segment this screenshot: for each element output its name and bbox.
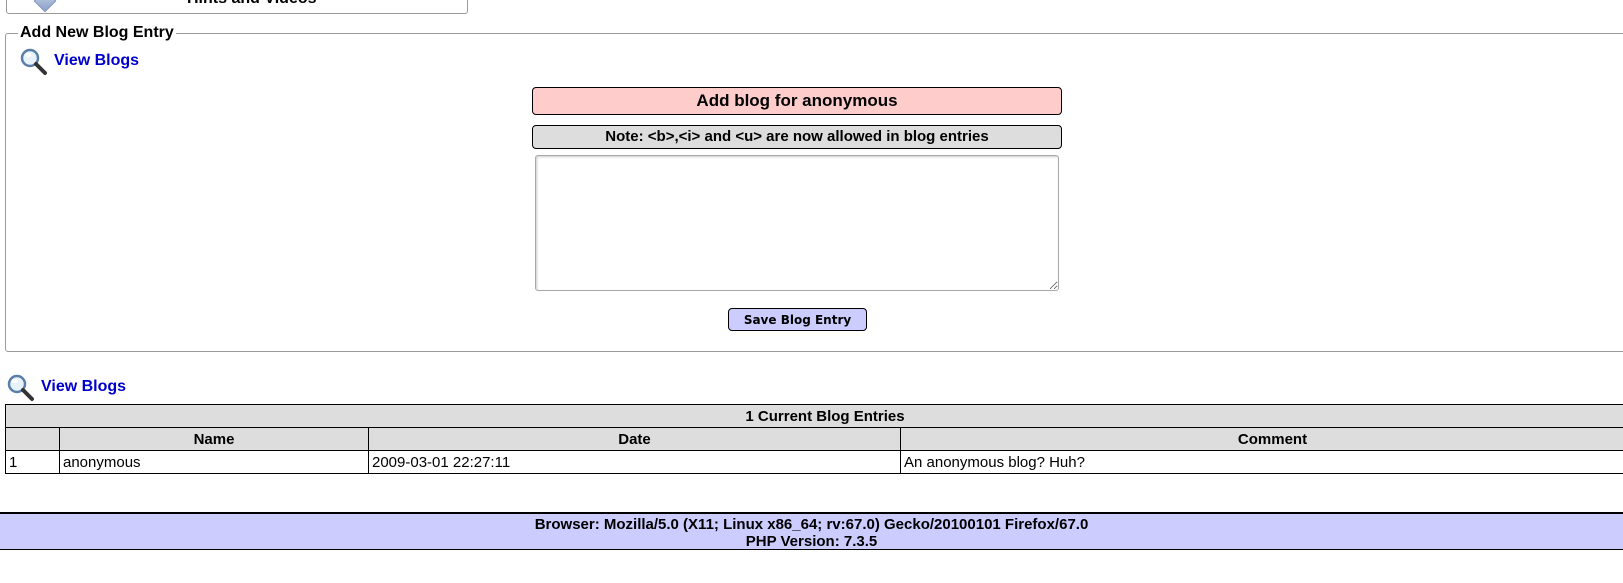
view-blogs-label[interactable]: View Blogs (41, 378, 126, 396)
blog-entries-table: 1 Current Blog Entries Name Date Comment… (5, 404, 1623, 474)
add-blog-legend: Add New Blog Entry (20, 24, 174, 41)
browser-info: Browser: Mozilla/5.0 (X11; Linux x86_64;… (534, 516, 1089, 533)
save-blog-entry-button[interactable]: Save Blog Entry (728, 308, 867, 331)
row-name: anonymous (59, 450, 369, 474)
row-comment: An anonymous blog? Huh? (900, 450, 1623, 474)
column-header-comment: Comment (900, 427, 1623, 451)
add-blog-header: Add blog for anonymous (532, 87, 1062, 115)
blog-entry-textarea[interactable] (535, 155, 1059, 291)
diamond-icon (33, 0, 57, 13)
footer: Browser: Mozilla/5.0 (X11; Linux x86_64;… (0, 512, 1623, 550)
row-number: 1 (5, 450, 60, 474)
hints-and-videos-panel[interactable]: Hints and Videos (6, 0, 468, 14)
row-date: 2009-03-01 22:27:11 (368, 450, 901, 474)
allowed-tags-note: Note: <b>,<i> and <u> are now allowed in… (532, 125, 1062, 149)
column-header-date: Date (368, 427, 901, 451)
column-header-name: Name (59, 427, 369, 451)
view-blogs-link-top[interactable]: View Blogs (18, 46, 139, 76)
table-caption: 1 Current Blog Entries (5, 404, 1623, 428)
magnifier-icon (7, 374, 34, 401)
hints-label: Hints and Videos (187, 0, 317, 8)
view-blogs-label[interactable]: View Blogs (54, 52, 139, 70)
php-version: PHP Version: 7.3.5 (745, 533, 878, 550)
table-row: 1 anonymous 2009-03-01 22:27:11 An anony… (5, 450, 1623, 474)
column-header-number (5, 427, 60, 451)
view-blogs-link-bottom[interactable]: View Blogs (5, 372, 126, 402)
magnifier-icon (20, 48, 47, 75)
